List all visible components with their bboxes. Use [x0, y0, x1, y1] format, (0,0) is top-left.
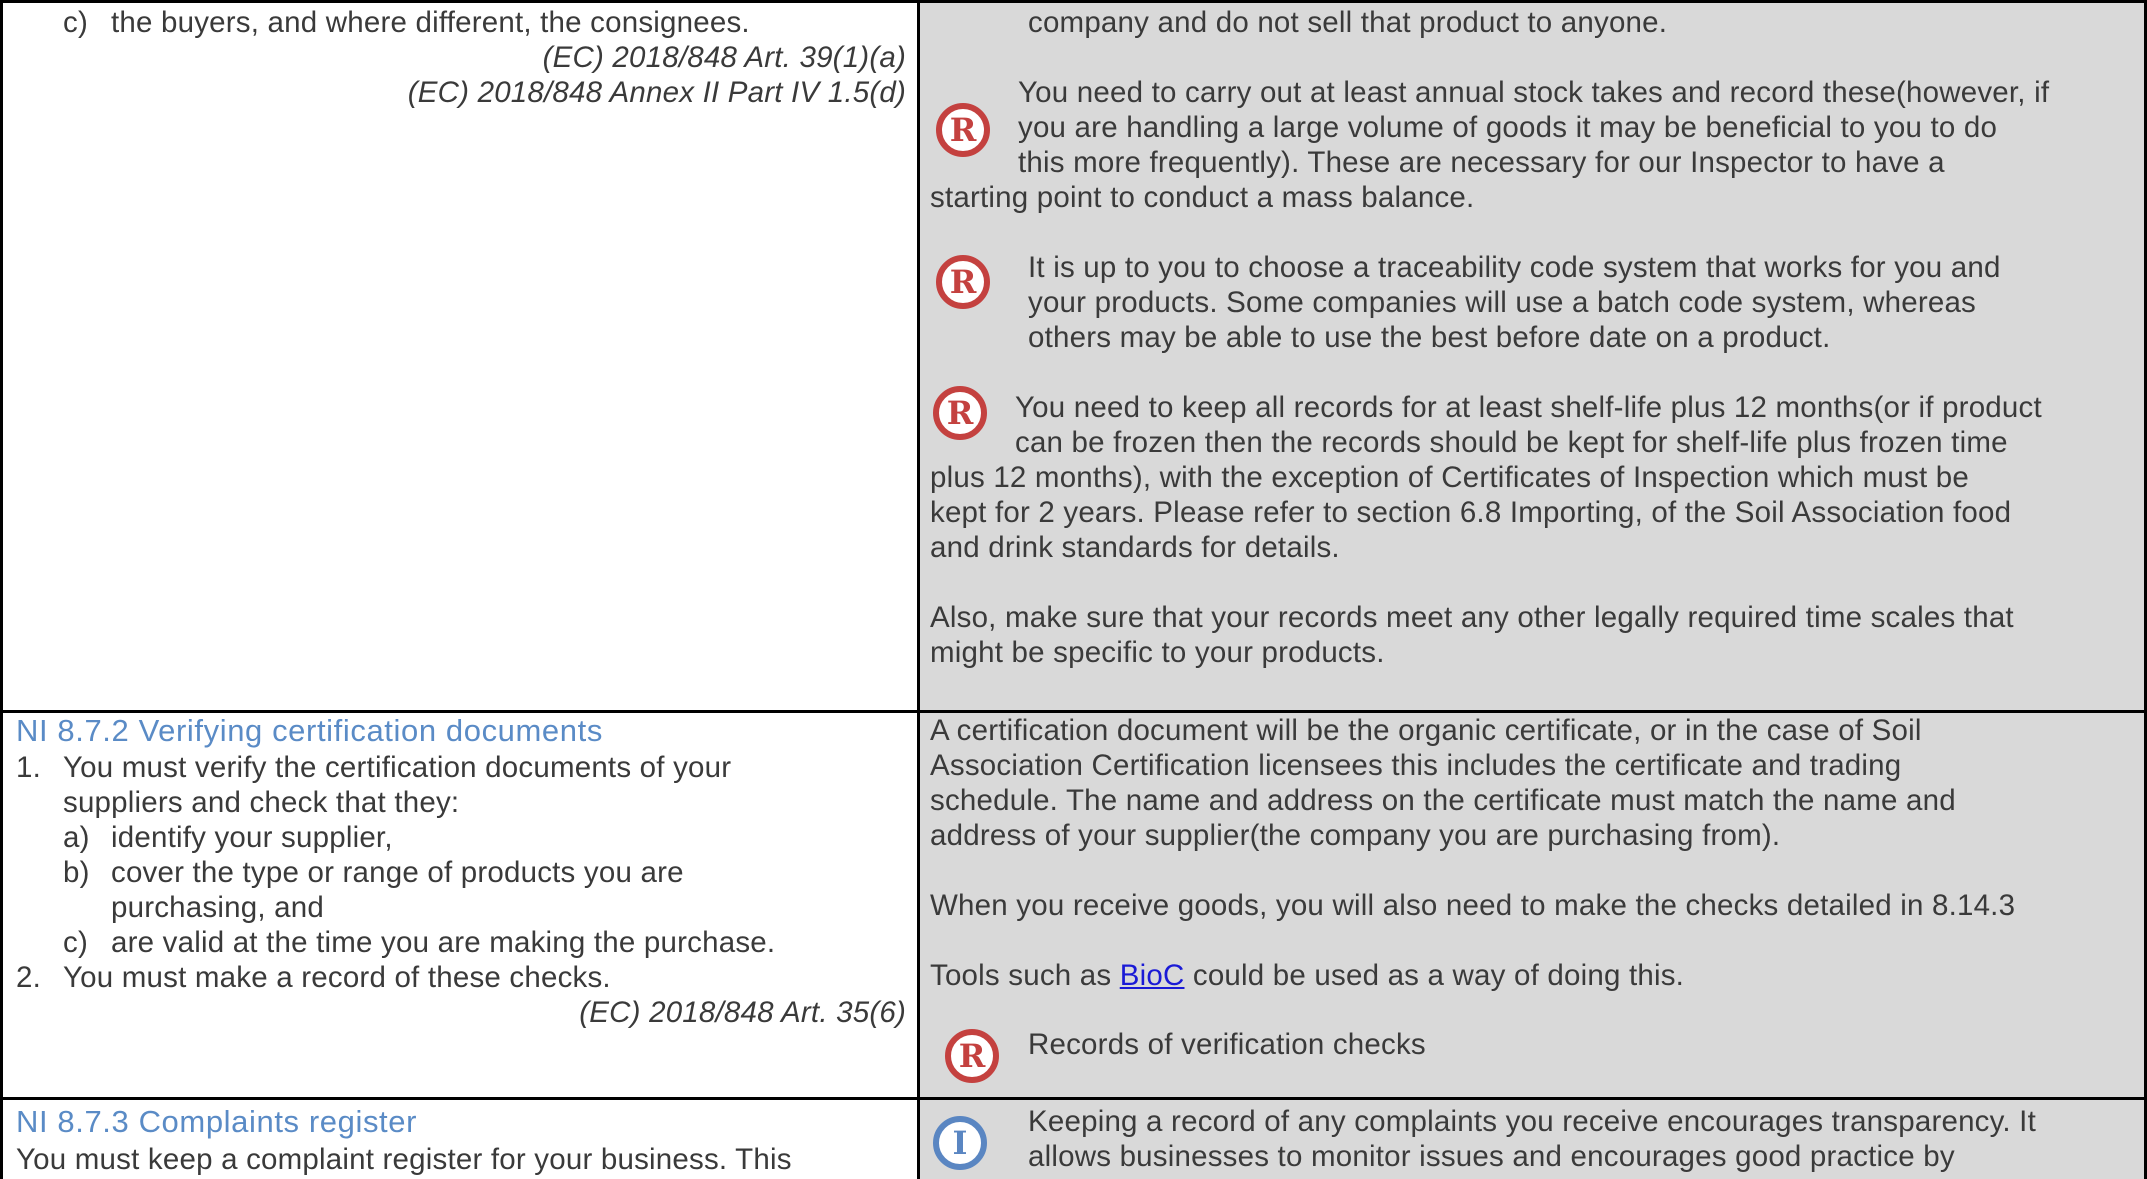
- guidance-text: might be specific to your products.: [930, 636, 1385, 669]
- guidance-text: your products. Some companies will use a…: [1028, 286, 1977, 319]
- section-heading: NI 8.7.3 Complaints register: [16, 1104, 418, 1139]
- guidance-text: It is up to you to choose a traceability…: [1028, 251, 2001, 284]
- list-item: identify your supplier,: [111, 821, 393, 854]
- list-item: You must verify the certification docume…: [63, 751, 732, 784]
- guidance-text: A certification document will be the org…: [930, 714, 1922, 747]
- record-icon: R: [945, 1029, 999, 1083]
- record-icon: R: [933, 386, 987, 440]
- guidance-text: allows businesses to monitor issues and …: [1028, 1140, 1955, 1173]
- row3-standard-cell: NI 8.7.3 Complaints register You must ke…: [3, 1100, 917, 1179]
- list-item: cover the type or range of products you …: [111, 856, 684, 889]
- guidance-text: you are handling a large volume of goods…: [1018, 111, 1998, 144]
- information-icon: I: [933, 1116, 987, 1170]
- guidance-text: can be frozen then the records should be…: [1015, 426, 2008, 459]
- guidance-text: others may be able to use the best befor…: [1028, 321, 1831, 354]
- guidance-text: company and do not sell that product to …: [1028, 6, 1668, 39]
- list-item-c: the buyers, and where different, the con…: [111, 6, 750, 39]
- bioc-link[interactable]: BioC: [1120, 959, 1185, 992]
- tools-prefix: Tools such as: [930, 959, 1120, 992]
- regulation-reference: (EC) 2018/848 Art. 35(6): [579, 996, 906, 1029]
- standards-table: c) the buyers, and where different, the …: [0, 0, 2147, 1179]
- list-marker: 2.: [16, 961, 42, 994]
- row1-guidance-cell: company and do not sell that product to …: [920, 3, 2144, 710]
- row1-standard-cell: c) the buyers, and where different, the …: [3, 3, 917, 710]
- regulation-reference: (EC) 2018/848 Annex II Part IV 1.5(d): [407, 76, 906, 109]
- guidance-text: kept for 2 years. Please refer to sectio…: [930, 496, 2012, 529]
- guidance-text: You need to keep all records for at leas…: [1015, 391, 2042, 424]
- list-marker: c): [63, 6, 88, 39]
- guidance-text: address of your supplier(the company you…: [930, 819, 1781, 852]
- guidance-text: this more frequently). These are necessa…: [1018, 146, 1945, 179]
- list-item: suppliers and check that they:: [63, 786, 460, 819]
- record-icon: R: [936, 103, 990, 157]
- list-item: You must make a record of these checks.: [63, 961, 611, 994]
- list-item: are valid at the time you are making the…: [111, 926, 776, 959]
- row3-guidance-cell: I Keeping a record of any complaints you…: [920, 1100, 2144, 1179]
- guidance-text: and drink standards for details.: [930, 531, 1340, 564]
- guidance-text: starting point to conduct a mass balance…: [930, 181, 1475, 214]
- guidance-text: Also, make sure that your records meet a…: [930, 601, 2014, 634]
- row-divider: [0, 710, 2147, 713]
- row2-guidance-cell: A certification document will be the org…: [920, 713, 2144, 1097]
- record-note: Records of verification checks: [1028, 1028, 1426, 1061]
- table-border: [0, 0, 2147, 3]
- record-icon: R: [936, 255, 990, 309]
- guidance-text: You need to carry out at least annual st…: [1018, 76, 2050, 109]
- guidance-text: Tools such as BioC could be used as a wa…: [930, 958, 1684, 993]
- guidance-text: When you receive goods, you will also ne…: [930, 889, 2016, 922]
- regulation-reference: (EC) 2018/848 Art. 39(1)(a): [542, 41, 906, 74]
- list-item: purchasing, and: [111, 891, 324, 924]
- guidance-text: plus 12 months), with the exception of C…: [930, 461, 1969, 494]
- list-marker: b): [63, 856, 90, 889]
- guidance-text: schedule. The name and address on the ce…: [930, 784, 1956, 817]
- tools-suffix: could be used as a way of doing this.: [1184, 959, 1685, 992]
- column-divider: [917, 0, 920, 1179]
- list-marker: a): [63, 821, 90, 854]
- guidance-text: Keeping a record of any complaints you r…: [1028, 1105, 2036, 1138]
- list-marker: 1.: [16, 751, 42, 784]
- guidance-text: Association Certification licensees this…: [930, 749, 1902, 782]
- section-heading: NI 8.7.2 Verifying certification documen…: [16, 713, 603, 748]
- row2-standard-cell: NI 8.7.2 Verifying certification documen…: [3, 713, 917, 1097]
- list-marker: c): [63, 926, 88, 959]
- row-divider: [0, 1097, 2147, 1100]
- standard-text: You must keep a complaint register for y…: [16, 1143, 792, 1176]
- table-border: [0, 0, 3, 1179]
